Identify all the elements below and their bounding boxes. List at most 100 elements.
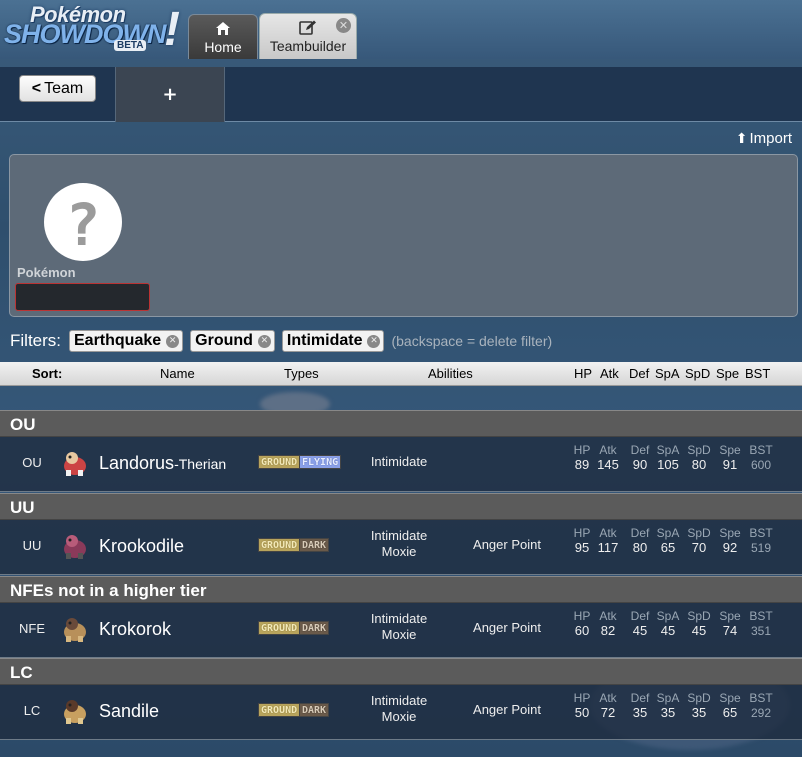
pokemon-row[interactable]: LC Sandile GROUND DARK Intimidate Moxie Anger … <box>0 685 802 740</box>
chevron-left-icon: < <box>31 80 42 97</box>
pokemon-sprite <box>58 612 92 646</box>
stat-label: SpD <box>687 609 711 623</box>
stat-value: 45 <box>660 623 676 638</box>
import-button[interactable]: ⬆ Import <box>736 130 792 147</box>
sort-by-spa[interactable]: SpA <box>655 366 680 381</box>
type-badge: FLYING <box>299 455 342 469</box>
stat-label: BST <box>749 609 773 623</box>
type-badge: GROUND <box>258 621 301 635</box>
sort-by-spe[interactable]: Spe <box>716 366 739 381</box>
stat-value: 50 <box>574 705 590 720</box>
stat-value: 95 <box>574 540 590 555</box>
stat-value: 80 <box>632 540 648 555</box>
tab-home-label: Home <box>204 39 242 55</box>
close-icon[interactable]: ✕ <box>336 18 351 33</box>
stat-value: 90 <box>632 457 648 472</box>
hidden-ability: Anger Point <box>473 620 541 635</box>
logo-badge: BETA <box>114 40 147 51</box>
stat-cell: HP 60 <box>568 603 596 639</box>
stat-cell: BST 292 <box>747 685 775 721</box>
sort-by-types[interactable]: Types <box>284 366 319 381</box>
stat-cell: SpA 35 <box>654 685 682 721</box>
stat-label: SpA <box>656 526 680 540</box>
stat-value: 105 <box>657 457 679 472</box>
stat-value: 89 <box>574 457 590 472</box>
pokemon-name: Landorus-Therian <box>99 453 226 474</box>
stat-label: Atk <box>599 443 617 457</box>
sort-by-spd[interactable]: SpD <box>685 366 710 381</box>
sort-by-def[interactable]: Def <box>629 366 649 381</box>
tier-heading: OU <box>0 410 802 437</box>
pokemon-row[interactable]: UU Krookodile GROUND DARK Intimidate Moxie Ang… <box>0 520 802 575</box>
filter-bar: Filters: Earthquake ✕ Ground ✕ Intimidate ✕… <box>10 330 552 352</box>
pokemon-forme: -Therian <box>174 456 227 472</box>
stat-cell: Def 35 <box>626 685 654 721</box>
back-to-team-button[interactable]: < Team <box>19 75 96 102</box>
stat-cell: HP 50 <box>568 685 596 721</box>
filter-chip[interactable]: Earthquake ✕ <box>69 330 184 352</box>
tab-home[interactable]: Home <box>188 14 258 59</box>
stat-value: 91 <box>722 457 738 472</box>
sort-by-bst[interactable]: BST <box>745 366 770 381</box>
tier-heading: LC <box>0 658 802 685</box>
stat-label: Def <box>630 443 650 457</box>
pokemon-name: Krookodile <box>99 536 184 557</box>
showdown-logo[interactable]: Pokémon SHOWDOWN BETA ! <box>4 2 186 56</box>
filter-chip[interactable]: Intimidate ✕ <box>281 330 385 352</box>
home-icon <box>189 21 257 37</box>
hidden-ability: Anger Point <box>473 537 541 552</box>
logo-mark: ! <box>164 3 180 56</box>
tab-teambuilder[interactable]: Teambuilder ✕ <box>259 13 357 59</box>
tier-heading: UU <box>0 493 802 520</box>
stat-label: HP <box>573 691 591 705</box>
close-icon[interactable]: ✕ <box>367 334 381 348</box>
type-badge: DARK <box>299 703 330 717</box>
type-badge: GROUND <box>258 538 301 552</box>
stat-value: 72 <box>600 705 616 720</box>
stat-label: Def <box>630 609 650 623</box>
stat-value: 35 <box>660 705 676 720</box>
pokemon-row[interactable]: OU Landorus-Therian GROUND FLYING Intimidate… <box>0 437 802 492</box>
type-badge: GROUND <box>258 703 301 717</box>
stat-value: 292 <box>750 706 772 720</box>
add-pokemon-slot[interactable]: + <box>115 67 225 122</box>
stat-cell: Spe 92 <box>716 520 744 556</box>
ability: Intimidate <box>370 454 428 469</box>
type-badge: DARK <box>299 538 330 552</box>
stat-value: 65 <box>722 705 738 720</box>
stat-cell: Spe 91 <box>716 437 744 473</box>
stat-value: 351 <box>750 624 772 638</box>
stat-label: SpA <box>656 443 680 457</box>
filters-label: Filters: <box>10 331 61 350</box>
sort-by-hp[interactable]: HP <box>574 366 592 381</box>
pokemon-name: Krokorok <box>99 619 171 640</box>
stat-label: BST <box>749 526 773 540</box>
pokemon-search-input[interactable] <box>15 283 150 311</box>
stat-value: 74 <box>722 623 738 638</box>
stat-cell: SpD 70 <box>685 520 713 556</box>
ability: Intimidate <box>370 611 428 626</box>
pokemon-base-name: Krookodile <box>99 536 185 556</box>
close-icon[interactable]: ✕ <box>257 334 271 348</box>
sort-by-name[interactable]: Name <box>160 366 195 381</box>
sort-by-atk[interactable]: Atk <box>600 366 619 381</box>
sort-by-abilities[interactable]: Abilities <box>428 366 473 381</box>
row-tier: NFE <box>19 621 45 636</box>
ability: Moxie <box>381 627 417 642</box>
stat-cell: BST 519 <box>747 520 775 556</box>
stat-cell: SpD 35 <box>685 685 713 721</box>
stat-value: 117 <box>597 540 619 555</box>
stat-cell: Spe 74 <box>716 603 744 639</box>
stat-cell: Def 90 <box>626 437 654 473</box>
close-icon[interactable]: ✕ <box>166 334 180 348</box>
stat-label: HP <box>573 609 591 623</box>
ability: Moxie <box>381 709 417 724</box>
import-label: Import <box>749 130 792 147</box>
stat-value: 145 <box>597 457 619 472</box>
filter-chip-label: Intimidate <box>286 332 363 349</box>
filter-chip[interactable]: Ground ✕ <box>190 330 275 352</box>
type-badge: DARK <box>299 621 330 635</box>
abilities-cell: Intimidate Moxie <box>344 693 454 725</box>
stat-label: Def <box>630 691 650 705</box>
pokemon-row[interactable]: NFE Krokorok GROUND DARK Intimidate Moxie Ange… <box>0 603 802 658</box>
